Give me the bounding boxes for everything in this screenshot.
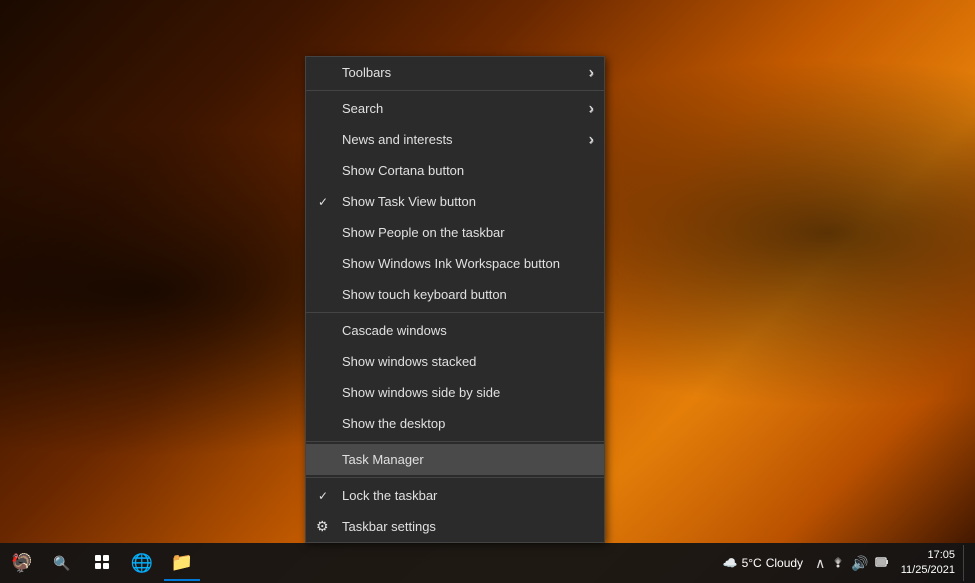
chrome-icon: 🌐 xyxy=(131,553,153,574)
menu-item-news[interactable]: News and interests › xyxy=(306,124,604,155)
tray-battery-icon[interactable] xyxy=(875,555,889,572)
separator-4 xyxy=(306,477,604,478)
menu-item-task-manager[interactable]: Task Manager xyxy=(306,444,604,475)
menu-item-task-manager-label: Task Manager xyxy=(342,452,424,467)
system-tray: ∧ 🔊 xyxy=(815,555,889,572)
menu-item-stacked-label: Show windows stacked xyxy=(342,354,476,369)
clock-time: 17:05 xyxy=(901,548,955,563)
menu-item-people[interactable]: Show People on the taskbar xyxy=(306,217,604,248)
taskbar-search-icon: 🔍 xyxy=(53,555,70,572)
context-menu: Toolbars › Search › News and interests ›… xyxy=(305,56,605,543)
show-desktop-button[interactable] xyxy=(963,545,967,581)
start-button[interactable]: 🦃 xyxy=(4,545,40,581)
tray-volume-icon[interactable]: 🔊 xyxy=(851,555,868,572)
taskbar-explorer-icon[interactable]: 📁 xyxy=(164,545,200,581)
submenu-arrow-toolbars: › xyxy=(589,65,594,81)
explorer-icon: 📁 xyxy=(171,552,193,573)
taskbar-right: ☁️ 5°C Cloudy ∧ 🔊 xyxy=(723,545,975,581)
taskview-icon xyxy=(94,554,110,573)
separator-2 xyxy=(306,312,604,313)
taskbar-taskview-button[interactable] xyxy=(84,545,120,581)
menu-item-task-view-label: Show Task View button xyxy=(342,194,476,209)
weather-temp: 5°C xyxy=(742,556,762,570)
menu-item-touch[interactable]: Show touch keyboard button xyxy=(306,279,604,310)
menu-item-side-by-side-label: Show windows side by side xyxy=(342,385,500,400)
weather-condition: Cloudy xyxy=(766,556,803,570)
menu-item-taskbar-settings-label: Taskbar settings xyxy=(342,519,436,534)
separator-3 xyxy=(306,441,604,442)
menu-item-search-label: Search xyxy=(342,101,383,116)
menu-item-toolbars-label: Toolbars xyxy=(342,65,391,80)
menu-item-task-view[interactable]: Show Task View button xyxy=(306,186,604,217)
desktop: Toolbars › Search › News and interests ›… xyxy=(0,0,975,583)
taskbar: 🦃 🔍 🌐 xyxy=(0,543,975,583)
menu-item-cortana-label: Show Cortana button xyxy=(342,163,464,178)
menu-item-taskbar-settings[interactable]: ⚙ Taskbar settings xyxy=(306,511,604,542)
menu-item-search[interactable]: Search › xyxy=(306,93,604,124)
submenu-arrow-news: › xyxy=(589,132,594,148)
clock-area[interactable]: 17:05 11/25/2021 xyxy=(901,548,955,579)
menu-item-lock-taskbar-label: Lock the taskbar xyxy=(342,488,437,503)
weather-widget[interactable]: ☁️ 5°C Cloudy xyxy=(723,556,803,570)
menu-item-show-desktop[interactable]: Show the desktop xyxy=(306,408,604,439)
tray-network-icon[interactable] xyxy=(831,555,845,572)
menu-item-cortana[interactable]: Show Cortana button xyxy=(306,155,604,186)
menu-item-people-label: Show People on the taskbar xyxy=(342,225,505,240)
gear-icon: ⚙ xyxy=(316,518,329,535)
menu-item-toolbars[interactable]: Toolbars › xyxy=(306,57,604,88)
submenu-arrow-search: › xyxy=(589,101,594,117)
menu-item-cascade[interactable]: Cascade windows xyxy=(306,315,604,346)
menu-item-news-label: News and interests xyxy=(342,132,453,147)
menu-item-show-desktop-label: Show the desktop xyxy=(342,416,445,431)
start-icon: 🦃 xyxy=(11,553,33,574)
taskbar-left: 🦃 🔍 🌐 xyxy=(0,545,200,581)
menu-item-stacked[interactable]: Show windows stacked xyxy=(306,346,604,377)
taskbar-search-button[interactable]: 🔍 xyxy=(44,545,80,581)
menu-item-ink[interactable]: Show Windows Ink Workspace button xyxy=(306,248,604,279)
menu-item-side-by-side[interactable]: Show windows side by side xyxy=(306,377,604,408)
menu-item-ink-label: Show Windows Ink Workspace button xyxy=(342,256,560,271)
menu-item-cascade-label: Cascade windows xyxy=(342,323,447,338)
clock-date: 11/25/2021 xyxy=(901,563,955,578)
separator-1 xyxy=(306,90,604,91)
taskbar-chrome-icon[interactable]: 🌐 xyxy=(124,545,160,581)
menu-item-lock-taskbar[interactable]: Lock the taskbar xyxy=(306,480,604,511)
menu-item-touch-label: Show touch keyboard button xyxy=(342,287,507,302)
tray-chevron-icon[interactable]: ∧ xyxy=(815,555,825,572)
weather-icon: ☁️ xyxy=(723,556,738,570)
